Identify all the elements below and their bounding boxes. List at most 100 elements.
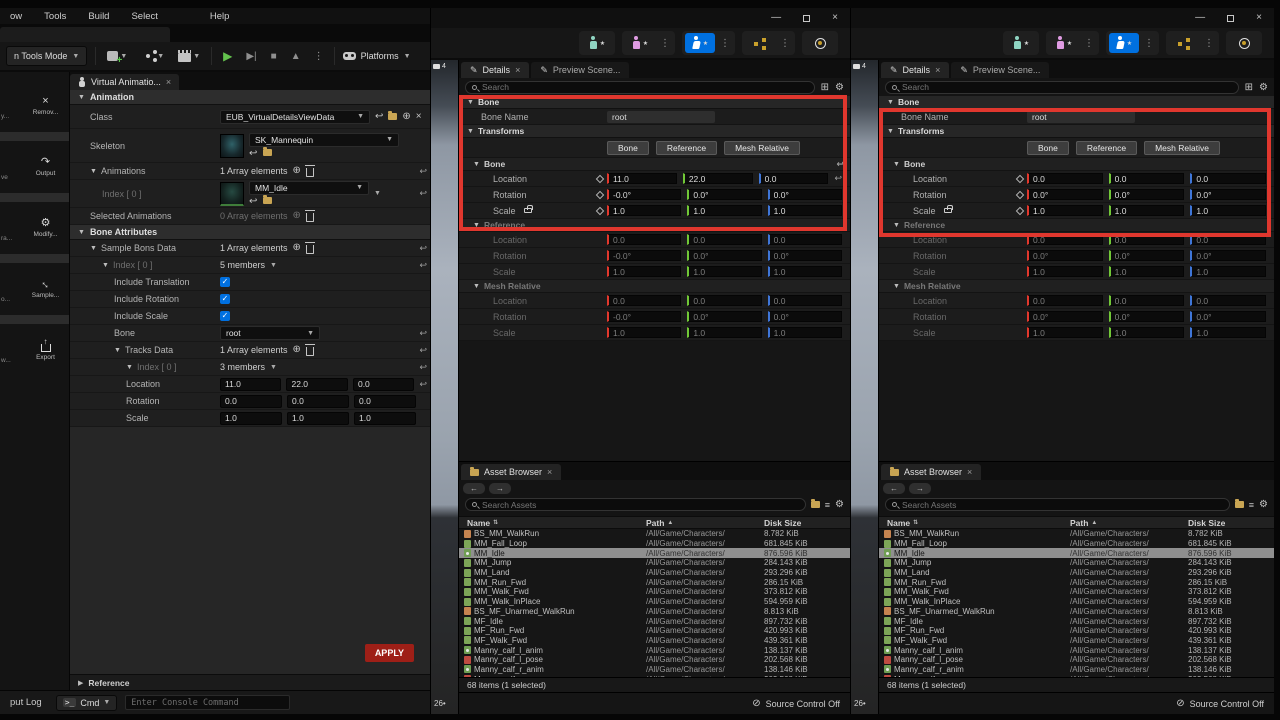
level-tab[interactable] — [0, 27, 170, 42]
skeleton-asset-button[interactable]: ★ — [1006, 33, 1036, 53]
skeleton-dropdown[interactable]: SK_Mannequin▼ — [249, 133, 399, 147]
rotation-z-input[interactable]: 0.0° — [768, 189, 842, 200]
animation-options-kebab-icon[interactable]: ⋮ — [718, 38, 732, 49]
location-x-input[interactable]: 11.0 — [220, 378, 281, 391]
add-actor-button[interactable]: ▼ — [104, 51, 130, 61]
cinematics-button[interactable]: ▼ — [175, 50, 203, 62]
key-icon[interactable] — [596, 206, 604, 214]
blueprints-button[interactable]: ▼ — [138, 53, 167, 60]
scale-y-input[interactable]: 1.0 — [687, 205, 761, 216]
gear-icon[interactable]: ⚙ — [1259, 82, 1268, 93]
asset-row[interactable]: MF_Walk_Fwd/All/Game/Characters/439.361 … — [879, 636, 1274, 646]
mesh-asset-button[interactable]: ★ — [1049, 33, 1079, 53]
asset-row[interactable]: BS_MF_Unarmed_WalkRun/All/Game/Character… — [879, 607, 1274, 617]
close-icon[interactable]: × — [967, 467, 972, 477]
platforms-dropdown[interactable]: Platforms▼ — [343, 51, 411, 61]
section-bone[interactable]: ▼Bone — [459, 96, 850, 109]
asset-row[interactable]: MM_Walk_Fwd/All/Game/Characters/373.812 … — [459, 587, 850, 597]
asset-row[interactable]: Manny_calf_r_anim/All/Game/Characters/13… — [879, 665, 1274, 675]
tool-button-output[interactable]: ↷Output — [22, 147, 69, 187]
column-disk-size[interactable]: Disk Size — [764, 518, 850, 528]
asset-row[interactable]: MM_Idle/All/Game/Characters/876.596 KiB — [879, 548, 1274, 558]
key-icon[interactable] — [1016, 174, 1024, 182]
section-bone[interactable]: ▼Bone — [879, 96, 1274, 109]
add-circle-icon[interactable]: ⊕ — [293, 243, 301, 253]
asset-row[interactable]: MM_Walk_InPlace/All/Game/Characters/594.… — [879, 597, 1274, 607]
clear-icon[interactable]: × — [416, 112, 422, 122]
use-selected-icon[interactable]: ↩ — [249, 197, 257, 207]
cmd-dropdown[interactable]: >_ Cmd▼ — [56, 695, 118, 711]
add-circle-icon[interactable]: ⊕ — [293, 345, 301, 355]
rotation-x-input[interactable]: 0.0° — [1027, 189, 1103, 200]
reset-icon[interactable]: ↩ — [419, 166, 427, 177]
gear-icon[interactable]: ⚙ — [835, 499, 844, 510]
chevron-down-icon[interactable]: ▼ — [270, 364, 277, 371]
use-selected-icon[interactable]: ↩ — [249, 149, 257, 159]
reset-icon[interactable]: ↩ — [419, 260, 427, 271]
reset-icon[interactable]: ↩ — [419, 379, 427, 390]
reset-icon[interactable]: ↩ — [419, 345, 427, 356]
asset-row[interactable]: Manny_calf_l_anim/All/Game/Characters/13… — [879, 645, 1274, 655]
reset-icon[interactable]: ↩ — [419, 362, 427, 373]
skeleton-thumbnail[interactable] — [220, 134, 244, 158]
trash-icon[interactable] — [306, 168, 314, 177]
asset-row[interactable]: MF_Idle/All/Game/Characters/897.732 KiB — [459, 616, 850, 626]
asset-row[interactable]: Manny_calf_l_pose/All/Game/Characters/20… — [879, 655, 1274, 665]
checkbox-checked[interactable]: ✓ — [220, 277, 230, 287]
scale-y-input[interactable]: 1.0 — [287, 412, 349, 425]
search-box[interactable] — [465, 81, 815, 94]
bone-name-field[interactable]: root — [1027, 111, 1135, 123]
bone-name-field[interactable]: root — [607, 111, 715, 123]
animation-asset-button[interactable]: ★ — [1109, 33, 1139, 53]
mesh-asset-button[interactable]: ★ — [625, 33, 655, 53]
maximize-button[interactable] — [1227, 15, 1234, 22]
close-icon[interactable]: × — [166, 77, 171, 87]
location-x-input[interactable]: 0.0 — [1027, 173, 1103, 184]
asset-row[interactable]: MM_Fall_Loop/All/Game/Characters/681.845… — [459, 539, 850, 549]
reset-icon[interactable]: ↩ — [836, 159, 844, 170]
space-button-bone[interactable]: Bone — [1027, 141, 1069, 155]
scale-z-input[interactable]: 1.0 — [768, 205, 842, 216]
group-header-mesh-relative[interactable]: ▼Mesh Relative — [879, 280, 1274, 293]
scale-x-input[interactable]: 1.0 — [1027, 205, 1103, 216]
chevron-down-icon[interactable]: ▼ — [270, 262, 277, 269]
tab-preview-scene[interactable]: ✎ Preview Scene... — [951, 62, 1049, 78]
asset-search-box[interactable] — [465, 498, 806, 511]
scale-x-input[interactable]: 1.0 — [220, 412, 282, 425]
rotation-z-input[interactable]: 0.0 — [354, 395, 416, 408]
reset-icon[interactable]: ↩ — [834, 173, 842, 184]
tool-button-truncated[interactable]: ra... — [0, 208, 22, 248]
maximize-button[interactable] — [803, 15, 810, 22]
group-header-reference[interactable]: ▼Reference — [879, 219, 1274, 232]
asset-row[interactable]: MM_Idle/All/Game/Characters/876.596 KiB — [459, 548, 850, 558]
window-titlebar[interactable]: — × — [431, 8, 850, 28]
tab-virtual-animation[interactable]: Virtual Animatio... × — [70, 74, 179, 90]
anim-blueprint-button[interactable] — [1169, 33, 1199, 53]
menu-help[interactable]: Help — [210, 11, 230, 22]
key-icon[interactable] — [1016, 206, 1024, 214]
use-selected-icon[interactable]: ↩ — [375, 112, 383, 122]
asset-row[interactable]: MM_Walk_InPlace/All/Game/Characters/594.… — [459, 597, 850, 607]
column-name[interactable]: Name⇅ — [459, 518, 646, 528]
mesh-options-kebab-icon[interactable]: ⋮ — [1082, 38, 1096, 49]
asset-row[interactable]: MF_Idle/All/Game/Characters/897.732 KiB — [879, 616, 1274, 626]
tool-button-truncated[interactable]: y... — [0, 86, 22, 126]
asset-row[interactable]: Manny_calf_l_anim/All/Game/Characters/13… — [459, 645, 850, 655]
menu-tools[interactable]: Tools — [44, 11, 66, 22]
rotation-y-input[interactable]: 0.0 — [287, 395, 349, 408]
location-y-input[interactable]: 22.0 — [683, 173, 753, 184]
asset-row[interactable]: BS_MM_WalkRun/All/Game/Characters/8.782 … — [879, 529, 1274, 539]
forward-button[interactable]: → — [909, 483, 931, 494]
search-input[interactable] — [482, 82, 808, 92]
close-button[interactable]: × — [1256, 13, 1262, 23]
close-button[interactable]: × — [832, 13, 838, 23]
menu-select[interactable]: Select — [131, 11, 157, 22]
asset-row[interactable]: MM_Run_Fwd/All/Game/Characters/286.15 Ki… — [459, 577, 850, 587]
asset-row[interactable]: MM_Land/All/Game/Characters/293.296 KiB — [879, 568, 1274, 578]
stop-button[interactable]: ■ — [268, 51, 280, 62]
checkbox-checked[interactable]: ✓ — [220, 311, 230, 321]
asset-row[interactable]: MM_Fall_Loop/All/Game/Characters/681.845… — [879, 539, 1274, 549]
tab-details[interactable]: ✎ Details × — [461, 62, 529, 78]
key-icon[interactable] — [596, 190, 604, 198]
reset-icon[interactable]: ↩ — [419, 328, 427, 339]
